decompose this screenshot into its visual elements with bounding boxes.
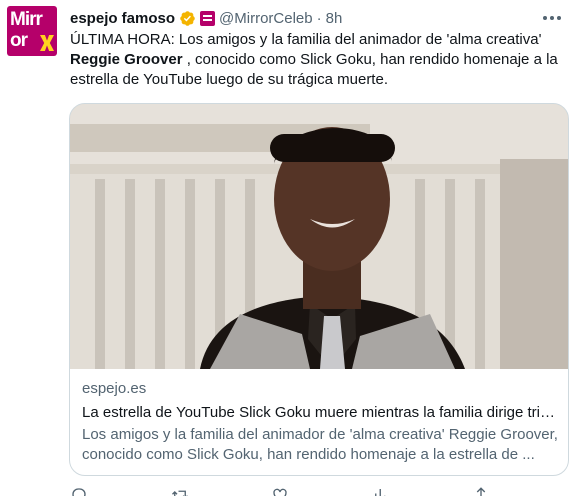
card-domain[interactable]: espejo.es bbox=[82, 379, 560, 399]
photo-of-man-in-grey-vest-icon bbox=[70, 104, 568, 369]
reply-icon[interactable] bbox=[70, 486, 88, 496]
share-icon[interactable] bbox=[472, 486, 490, 496]
tweet[interactable]: Mirr or espejo famoso @MirrorCeleb · 8h … bbox=[0, 0, 570, 496]
tweet-text: ÚLTIMA HORA: Los amigos y la familia del… bbox=[70, 30, 562, 90]
avatar-x-mark bbox=[40, 35, 54, 51]
tweet-actions bbox=[70, 486, 490, 496]
author-name[interactable]: espejo famoso bbox=[70, 10, 175, 27]
card-description: Los amigos y la familia del animador de … bbox=[82, 426, 558, 463]
avatar[interactable]: Mirr or bbox=[7, 6, 57, 56]
affiliate-badge-icon[interactable] bbox=[200, 10, 216, 26]
more-options-icon[interactable] bbox=[540, 8, 564, 28]
avatar-logo-line-1: Mirr bbox=[10, 9, 43, 30]
retweet-icon[interactable] bbox=[171, 486, 189, 496]
tweet-header: espejo famoso @MirrorCeleb · 8h bbox=[70, 8, 342, 28]
separator: · bbox=[316, 9, 322, 27]
mentioned-person-name: Reggie Groover bbox=[70, 51, 183, 68]
link-card[interactable]: espejo.es La estrella de YouTube Slick G… bbox=[69, 103, 569, 476]
tweet-time[interactable]: 8h bbox=[326, 10, 343, 27]
author-handle[interactable]: @MirrorCeleb bbox=[219, 10, 313, 27]
card-meta: espejo.es La estrella de YouTube Slick G… bbox=[82, 379, 560, 465]
tweet-text-start: ÚLTIMA HORA: Los amigos y la familia del… bbox=[70, 31, 542, 48]
avatar-logo-line-2: or bbox=[10, 30, 28, 51]
views-icon[interactable] bbox=[372, 486, 390, 496]
like-icon[interactable] bbox=[271, 486, 289, 496]
verified-badge-icon[interactable] bbox=[179, 10, 196, 27]
card-title[interactable]: La estrella de YouTube Slick Goku muere … bbox=[82, 403, 560, 423]
card-image[interactable] bbox=[70, 104, 568, 369]
